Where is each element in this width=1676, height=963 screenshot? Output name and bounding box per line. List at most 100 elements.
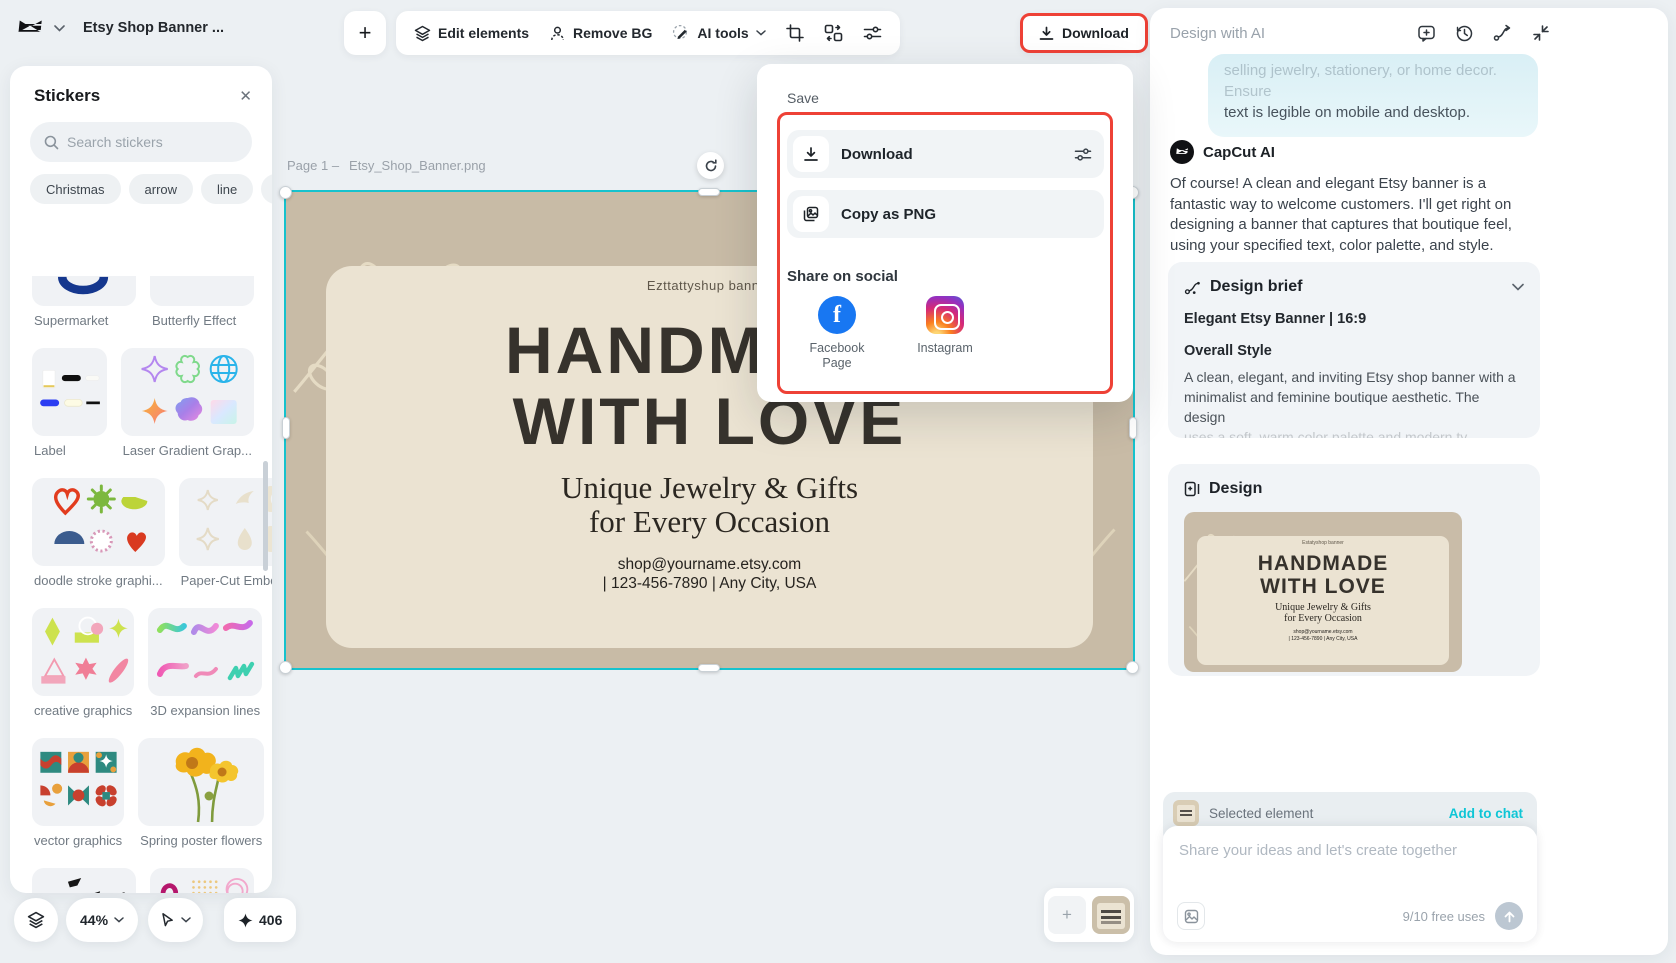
remove-bg-icon [549, 25, 566, 42]
credits-button[interactable]: 406 [224, 898, 296, 942]
selection-handle-bottom-left[interactable] [279, 661, 292, 674]
sticker-pack[interactable]: Supermarket [32, 276, 136, 338]
brief-body: A clean, elegant, and inviting Etsy shop… [1184, 367, 1524, 427]
ai-tools-button[interactable]: AI tools [672, 24, 765, 42]
sticker-pack[interactable]: doodle stroke graphi... [32, 478, 165, 598]
sticker-pack-thumbnail[interactable] [32, 478, 165, 566]
layers-button[interactable] [14, 898, 58, 942]
sticker-pack-thumbnail[interactable] [138, 738, 264, 826]
zoom-level-value: 44% [80, 912, 108, 928]
selection-handle-left[interactable] [282, 417, 290, 439]
ai-tools-label: AI tools [697, 25, 748, 41]
page-label: Page 1 –Etsy_Shop_Banner.png [287, 158, 496, 173]
stickers-panel: Stickers ✕ Christmas arrow line circle S… [10, 66, 272, 893]
sticker-pack[interactable]: Spring poster flowers [138, 738, 264, 858]
ai-panel-title: Design with AI [1170, 25, 1417, 42]
selection-handle-top[interactable] [698, 188, 720, 196]
chevron-down-icon[interactable] [54, 25, 65, 32]
sticker-pack-thumbnail[interactable] [150, 276, 254, 306]
popup-copy-png-option[interactable]: Copy as PNG [787, 190, 1104, 238]
add-to-chat-button[interactable]: Add to chat [1449, 806, 1523, 821]
save-popup: Save Download Copy as PNG Share on socia… [757, 64, 1133, 402]
sticker-pack[interactable]: Paper-Cut Embossi... [179, 478, 272, 598]
crop-button[interactable] [786, 24, 804, 42]
sticker-pack[interactable]: Laser Gradient Grap... [121, 348, 254, 468]
sticker-pack-thumbnail[interactable] [32, 348, 107, 436]
sticker-pack[interactable]: vector graphics [32, 738, 124, 858]
tag-circle[interactable]: circle [261, 174, 272, 204]
adjust-sliders-button[interactable] [863, 25, 882, 41]
design-preview[interactable]: Estatyshop banner HANDMADE WITH LOVE Uni… [1184, 512, 1462, 672]
selection-handle-bottom[interactable] [698, 664, 720, 672]
share-on-social-label: Share on social [787, 268, 898, 285]
sticker-pack-thumbnail[interactable] [32, 608, 134, 696]
selection-handle-top-left[interactable] [279, 186, 292, 199]
share-flow-icon[interactable] [1493, 24, 1513, 42]
assistant-header: CapCut AI [1170, 140, 1275, 164]
page-file-name: Etsy_Shop_Banner.png [349, 158, 486, 173]
history-icon[interactable] [1455, 24, 1474, 43]
share-instagram-button[interactable]: Instagram [907, 296, 983, 356]
banner-subtitle-line1[interactable]: Unique Jewelry & Gifts [561, 471, 858, 505]
plus-icon: + [1062, 905, 1072, 925]
sticker-pack-thumbnail[interactable] [148, 608, 262, 696]
chevron-down-icon[interactable] [1512, 283, 1524, 291]
collapse-panel-icon[interactable] [1532, 24, 1550, 42]
banner-brand-text[interactable]: Ezttattyshup banner [647, 278, 772, 293]
banner-contact-line1[interactable]: shop@yourname.etsy.com [618, 555, 801, 574]
assistant-message: Of course! A clean and elegant Etsy bann… [1170, 174, 1542, 256]
chat-input[interactable] [1179, 842, 1521, 886]
sticker-pack[interactable]: Label [32, 348, 107, 468]
cursor-mode-button[interactable] [148, 898, 203, 942]
sticker-pack[interactable]: Marker Graffiti [32, 868, 136, 893]
design-brief-card[interactable]: Design brief Elegant Etsy Banner | 16:9 … [1168, 262, 1540, 438]
sticker-search[interactable] [30, 122, 252, 162]
capcut-logo-icon[interactable] [18, 18, 44, 38]
edit-elements-button[interactable]: Edit elements [414, 25, 529, 42]
tag-christmas[interactable]: Christmas [30, 174, 121, 204]
add-page-tile[interactable]: + [1048, 896, 1086, 934]
attach-image-button[interactable] [1177, 902, 1205, 930]
popup-download-option[interactable]: Download [787, 130, 1104, 178]
design-card[interactable]: Design Estatyshop banner HANDMADE WITH L… [1168, 464, 1540, 676]
preview-heading-line2: WITH LOVE [1260, 575, 1386, 598]
document-title[interactable]: Etsy Shop Banner ... [83, 20, 224, 36]
sidebar-scrollbar[interactable] [263, 461, 268, 571]
tag-arrow[interactable]: arrow [129, 174, 194, 204]
tag-line[interactable]: line [201, 174, 253, 204]
sticker-pack-thumbnail[interactable] [121, 348, 254, 436]
rotate-handle[interactable] [697, 152, 724, 179]
send-button[interactable] [1495, 902, 1523, 930]
sticker-pack-thumbnail[interactable] [32, 276, 136, 306]
share-facebook-button[interactable]: f Facebook Page [799, 296, 875, 371]
selection-handle-right[interactable] [1129, 417, 1137, 439]
brand-group: Etsy Shop Banner ... [18, 18, 224, 38]
add-element-button[interactable]: + [344, 11, 386, 55]
sticker-pack-thumbnail[interactable] [32, 868, 136, 893]
search-input[interactable] [67, 134, 227, 150]
remove-bg-button[interactable]: Remove BG [549, 25, 652, 42]
sticker-pack[interactable]: creative graphics [32, 608, 134, 728]
selection-handle-bottom-right[interactable] [1126, 661, 1139, 674]
download-button[interactable]: Download [1020, 13, 1148, 53]
chat-composer: 9/10 free uses [1163, 826, 1537, 942]
facebook-icon: f [818, 296, 856, 334]
sticker-pack[interactable]: Abstract vector [150, 868, 254, 893]
banner-contact-line2[interactable]: | 123-456-7890 | Any City, USA [603, 574, 817, 593]
new-chat-icon[interactable] [1417, 24, 1436, 43]
popup-copy-png-label: Copy as PNG [841, 206, 1092, 223]
preview-heading-line1: HANDMADE [1258, 552, 1389, 575]
download-settings-icon[interactable] [1074, 147, 1092, 162]
sticker-pack[interactable]: 3D expansion lines [148, 608, 262, 728]
replace-button[interactable] [824, 24, 843, 42]
zoom-level-button[interactable]: 44% [66, 898, 138, 942]
sticker-pack-thumbnail[interactable] [179, 478, 272, 566]
page-1-thumbnail[interactable] [1092, 896, 1130, 934]
close-icon[interactable]: ✕ [239, 87, 252, 105]
sticker-pack-thumbnail[interactable] [32, 738, 124, 826]
banner-subtitle-line2[interactable]: for Every Occasion [589, 505, 830, 539]
sticker-pack-thumbnail[interactable] [150, 868, 254, 893]
brief-subtitle: Elegant Etsy Banner | 16:9 [1184, 311, 1524, 327]
sticker-pack[interactable]: Butterfly Effect [150, 276, 254, 338]
page-thumbnails: + [1044, 888, 1134, 942]
